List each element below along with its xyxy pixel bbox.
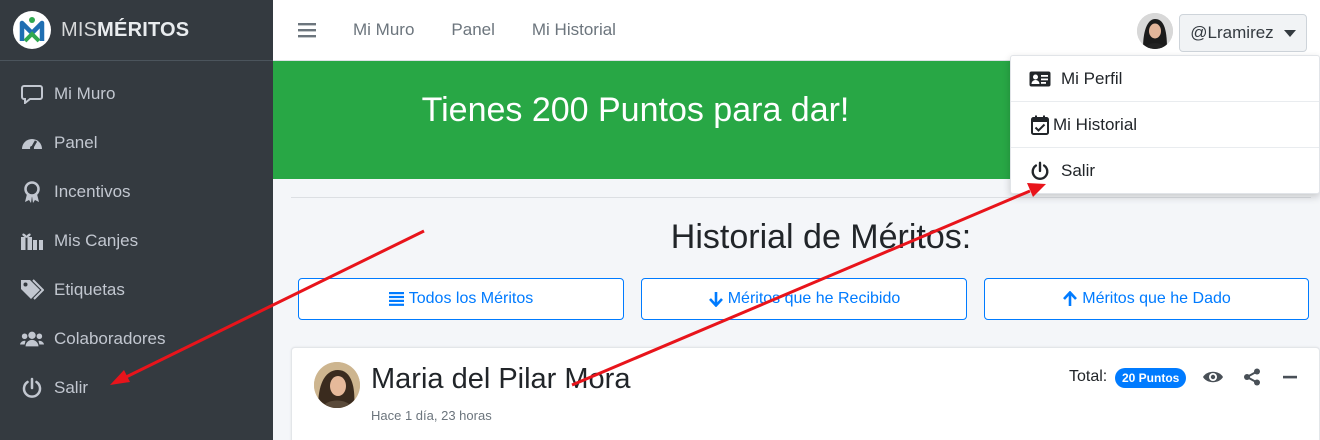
card-time: Hace 1 día, 23 horas <box>371 408 492 423</box>
dropdown-item-mi-historial[interactable]: Mi Historial <box>1011 102 1319 148</box>
dropdown-item-label: Salir <box>1061 161 1096 180</box>
id-card-icon <box>1029 68 1051 90</box>
sidebar-item-label: Incentivos <box>54 181 131 201</box>
tags-icon <box>20 278 44 302</box>
power-icon <box>1029 160 1051 182</box>
eye-icon[interactable] <box>1202 366 1224 388</box>
button-label: Méritos que he Dado <box>1082 290 1231 307</box>
card-avatar[interactable] <box>314 362 360 408</box>
top-link-mi-muro[interactable]: Mi Muro <box>353 20 414 40</box>
meritos-dados-button[interactable]: Méritos que he Dado <box>984 278 1309 320</box>
card-name: Maria del Pilar Mora <box>371 363 631 395</box>
sidebar-item-label: Etiquetas <box>54 279 125 299</box>
comment-icon <box>20 82 44 106</box>
hamburger-menu-icon[interactable] <box>298 20 318 40</box>
sidebar-item-mi-muro[interactable]: Mi Muro <box>0 69 273 118</box>
list-icon <box>389 291 405 307</box>
award-icon <box>20 180 44 204</box>
top-link-mi-historial[interactable]: Mi Historial <box>532 20 616 40</box>
gifts-icon <box>20 229 44 253</box>
user-dropdown-button[interactable]: @Lramirez <box>1179 14 1307 52</box>
todos-los-meritos-button[interactable]: Todos los Méritos <box>298 278 624 320</box>
top-navbar: Mi Muro Panel Mi Historial @Lramirez <box>273 0 1320 61</box>
button-label: Todos los Méritos <box>408 290 534 307</box>
sidebar-item-colaboradores[interactable]: Colaboradores <box>0 314 273 363</box>
calendar-check-icon <box>1029 114 1051 136</box>
sidebar-item-label: Colaboradores <box>54 328 166 348</box>
user-avatar[interactable] <box>1137 13 1173 49</box>
sidebar-item-etiquetas[interactable]: Etiquetas <box>0 265 273 314</box>
sidebar-item-label: Mis Canjes <box>54 230 139 250</box>
power-icon <box>20 376 44 400</box>
divider <box>291 197 1311 198</box>
points-banner-text: Tienes 200 Puntos para dar! <box>421 91 850 129</box>
sidebar-item-label: Mi Muro <box>54 83 116 103</box>
brand-logo-icon <box>13 11 51 49</box>
button-label: Méritos que he Recibido <box>727 290 901 307</box>
brand-name: MISMÉRITOS <box>61 18 190 41</box>
sidebar-nav: Mi Muro Panel Incentivos Mis Canjes Etiq… <box>0 61 273 412</box>
user-dropdown-menu: Mi Perfil Mi Historial Salir <box>1010 55 1320 194</box>
arrow-up-icon <box>1062 291 1078 307</box>
arrow-down-icon <box>708 291 724 307</box>
dropdown-item-label: Mi Perfil <box>1061 68 1123 88</box>
sidebar-item-label: Salir <box>54 377 89 397</box>
username: @Lramirez <box>1190 23 1274 42</box>
sidebar-item-mis-canjes[interactable]: Mis Canjes <box>0 216 273 265</box>
historial-title: Historial de Méritos: <box>670 218 972 256</box>
dropdown-item-label: Mi Historial <box>1053 114 1138 134</box>
merit-card: Maria del Pilar Mora Hace 1 día, 23 hora… <box>291 347 1320 440</box>
tachometer-icon <box>20 131 44 155</box>
dropdown-item-mi-perfil[interactable]: Mi Perfil <box>1011 56 1319 102</box>
brand[interactable]: MISMÉRITOS <box>0 0 273 61</box>
sidebar-item-incentivos[interactable]: Incentivos <box>0 167 273 216</box>
minus-icon[interactable] <box>1279 366 1301 388</box>
share-icon[interactable] <box>1241 366 1263 388</box>
total-label: Total: <box>1069 368 1108 385</box>
sidebar-item-label: Panel <box>54 132 98 152</box>
sidebar: MISMÉRITOS Mi Muro Panel Incentivos Mis … <box>0 0 273 440</box>
meritos-recibidos-button[interactable]: Méritos que he Recibido <box>641 278 967 320</box>
points-badge: 20 Puntos <box>1115 368 1187 388</box>
top-link-panel[interactable]: Panel <box>451 20 494 40</box>
sidebar-item-panel[interactable]: Panel <box>0 118 273 167</box>
dropdown-item-salir[interactable]: Salir <box>1011 148 1319 194</box>
sidebar-item-salir[interactable]: Salir <box>0 363 273 412</box>
caret-down-icon <box>1283 29 1296 37</box>
users-icon <box>20 327 44 351</box>
